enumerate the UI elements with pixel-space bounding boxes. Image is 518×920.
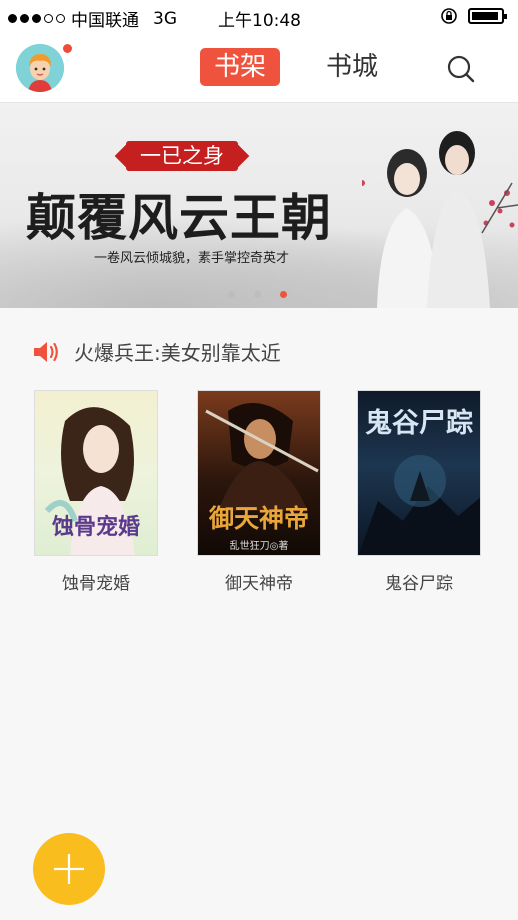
carousel-indicator — [228, 291, 287, 298]
banner-subtitle: 一卷风云倾城貌，素手掌控奇英才 — [94, 251, 290, 266]
status-right — [440, 7, 507, 25]
book-item[interactable]: 鬼谷尸踪 鬼谷尸踪 — [357, 390, 481, 594]
add-book-button[interactable] — [33, 833, 105, 905]
book-title: 鬼谷尸踪 — [385, 574, 453, 594]
carousel-dot[interactable] — [254, 291, 261, 298]
banner-characters-image — [362, 131, 518, 308]
rotation-lock-icon — [441, 8, 457, 24]
battery-icon — [468, 8, 507, 24]
signal-strength-icon — [8, 14, 65, 23]
book-cover[interactable]: 蚀骨宠婚 — [34, 390, 158, 556]
book-item[interactable]: 蚀骨宠婚 蚀骨宠婚 — [34, 390, 158, 594]
cover-title: 御天神帝 — [208, 504, 309, 533]
speaker-icon — [34, 341, 58, 362]
network-label: 3G — [153, 8, 177, 29]
notification-dot — [63, 44, 72, 53]
carousel-dot[interactable] — [228, 291, 235, 298]
banner-title: 颠覆风云王朝 — [26, 188, 332, 247]
book-title: 蚀骨宠婚 — [62, 574, 130, 594]
carrier-label: 中国联通 — [71, 11, 139, 31]
cover-title: 蚀骨宠婚 — [51, 514, 140, 540]
tab-bookshelf[interactable]: 书架 — [200, 48, 280, 86]
banner-tag: 一已之身 — [126, 141, 238, 171]
status-time: 上午10:48 — [218, 11, 301, 31]
plus-icon — [54, 854, 84, 884]
carousel-dot-active[interactable] — [280, 291, 287, 298]
avatar-icon — [16, 44, 64, 92]
book-title: 御天神帝 — [225, 574, 293, 594]
top-nav: 书架 书城 — [0, 34, 518, 103]
book-cover[interactable]: 御天神帝 乱世狂刀◎著 — [197, 390, 321, 556]
book-item[interactable]: 御天神帝 乱世狂刀◎著 御天神帝 — [197, 390, 321, 594]
search-icon[interactable] — [446, 54, 476, 84]
avatar[interactable] — [16, 44, 64, 92]
tab-bookstore[interactable]: 书城 — [312, 48, 392, 86]
promo-banner[interactable]: 一已之身 颠覆风云王朝 一卷风云倾城貌，素手掌控奇英才 — [0, 103, 518, 308]
announcement-row[interactable]: 火爆兵王:美女别靠太近 — [32, 337, 281, 366]
cover-title: 鬼谷尸踪 — [365, 408, 473, 439]
cover-author: 乱世狂刀◎著 — [229, 541, 289, 552]
status-bar: 中国联通 3G 上午10:48 — [0, 0, 518, 34]
book-cover[interactable]: 鬼谷尸踪 — [357, 390, 481, 556]
status-left: 中国联通 3G — [8, 6, 177, 31]
announcement-text: 火爆兵王:美女别靠太近 — [74, 341, 281, 365]
